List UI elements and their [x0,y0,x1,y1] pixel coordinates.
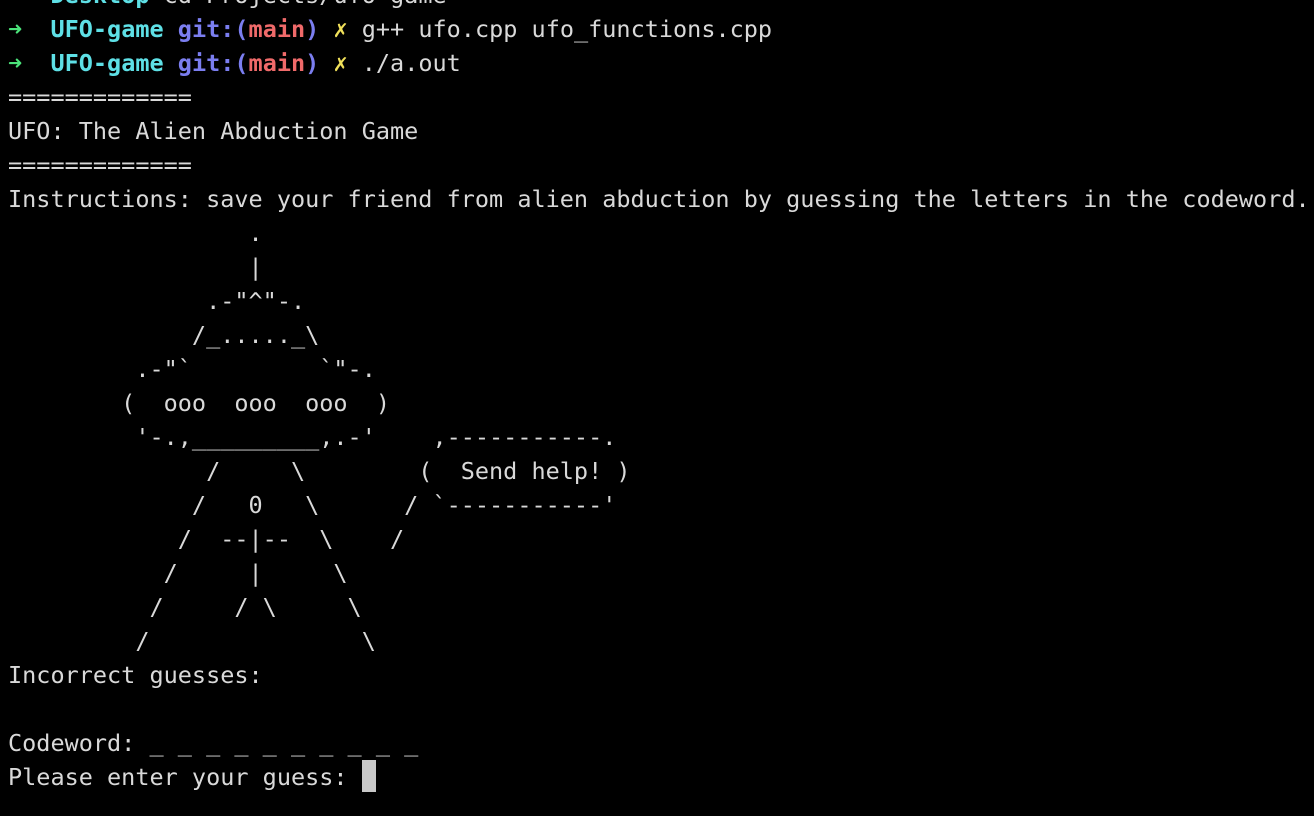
prompt-command: g++ ufo.cpp ufo_functions.cpp [361,15,773,43]
prompt-arrow-icon: ➜ [8,0,22,9]
ufo-ascii-art: . | .-"^"-. /_....._\ .-"` `"-. ( ooo oo… [121,219,631,655]
game-instructions: Instructions: save your friend from alie… [8,185,1310,213]
git-dirty-icon: ✗ [333,15,348,43]
game-title: UFO: The Alien Abduction Game [8,117,419,145]
prompt-command: cd Projects/ufo-game [164,0,447,9]
prompt-command: ./a.out [361,49,461,77]
prompt-line-run: ➜ UFO-game git:(main) ✗ ./a.out [8,46,1308,80]
terminal-window[interactable]: ➜ Desktop cd Projects/ufo-game ➜ UFO-gam… [0,0,1314,816]
prompt-directory: UFO-game [50,15,164,43]
git-label-close: ) [305,15,320,43]
git-branch: main [248,15,306,43]
guess-prompt: Please enter your guess: [8,763,362,791]
terminal-output: ➜ Desktop cd Projects/ufo-game ➜ UFO-gam… [8,0,1310,794]
git-label-close: ) [305,49,320,77]
prompt-directory: UFO-game [50,49,164,77]
git-label-open: git:( [177,49,249,77]
git-dirty-icon: ✗ [333,49,348,77]
prompt-arrow-icon: ➜ [8,49,23,77]
git-label-open: git:( [177,15,249,43]
guess-input-line[interactable]: Please enter your guess: [8,760,1308,794]
scrolled-prompt-line: ➜ Desktop cd Projects/ufo-game [8,0,1308,12]
prompt-directory: Desktop [50,0,149,9]
git-branch: main [248,49,306,77]
divider-bottom: ============= [8,151,192,179]
codeword-display: Codeword: _ _ _ _ _ _ _ _ _ _ [8,729,419,757]
prompt-arrow-icon: ➜ [8,15,23,43]
incorrect-guesses: Incorrect guesses: [8,661,263,689]
text-cursor[interactable] [361,760,376,792]
divider-top: ============= [8,83,192,111]
prompt-line-compile: ➜ UFO-game git:(main) ✗ g++ ufo.cpp ufo_… [8,12,1308,46]
